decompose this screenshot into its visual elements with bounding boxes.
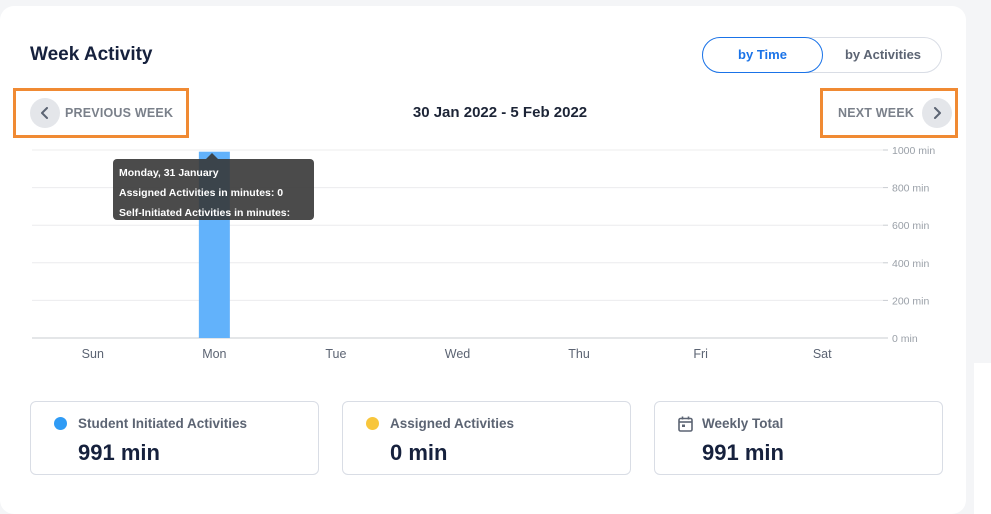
y-tick-label: 200 min	[892, 295, 930, 307]
tooltip-self-initiated: Self-Initiated Activities in minutes: 99…	[119, 207, 291, 239]
assigned-legend-dot	[366, 417, 379, 430]
stat-student-initiated: Student Initiated Activities 991 min	[30, 401, 319, 475]
x-tick-label: Tue	[325, 347, 346, 361]
calendar-icon	[678, 416, 693, 437]
stat-label: Assigned Activities	[390, 416, 515, 431]
y-tick-label: 1000 min	[892, 145, 935, 157]
y-tick-label: 800 min	[892, 183, 930, 195]
stat-value: 0 min	[390, 440, 448, 465]
x-tick-label: Wed	[445, 347, 471, 361]
chart-tooltip: Monday, 31 January Assigned Activities i…	[113, 153, 314, 239]
y-tick-label: 400 min	[892, 258, 930, 270]
x-tick-label: Mon	[202, 347, 226, 361]
stat-weekly-total: Weekly Total 991 min	[654, 401, 943, 475]
tooltip-assigned: Assigned Activities in minutes: 0	[119, 187, 284, 199]
stat-label: Student Initiated Activities	[78, 416, 248, 431]
x-tick-label: Thu	[568, 347, 590, 361]
stat-value: 991 min	[702, 440, 784, 465]
stat-label: Weekly Total	[702, 416, 784, 431]
scrollbar-track	[974, 363, 991, 514]
x-tick-label: Sun	[82, 347, 104, 361]
y-tick-label: 600 min	[892, 220, 930, 232]
stat-value: 991 min	[78, 440, 160, 465]
stat-assigned: Assigned Activities 0 min	[342, 401, 631, 475]
x-tick-label: Fri	[693, 347, 708, 361]
tooltip-date: Monday, 31 January	[119, 167, 219, 179]
x-tick-label: Sat	[813, 347, 832, 361]
student-initiated-legend-dot	[54, 417, 67, 430]
y-tick-label: 0 min	[892, 333, 918, 345]
